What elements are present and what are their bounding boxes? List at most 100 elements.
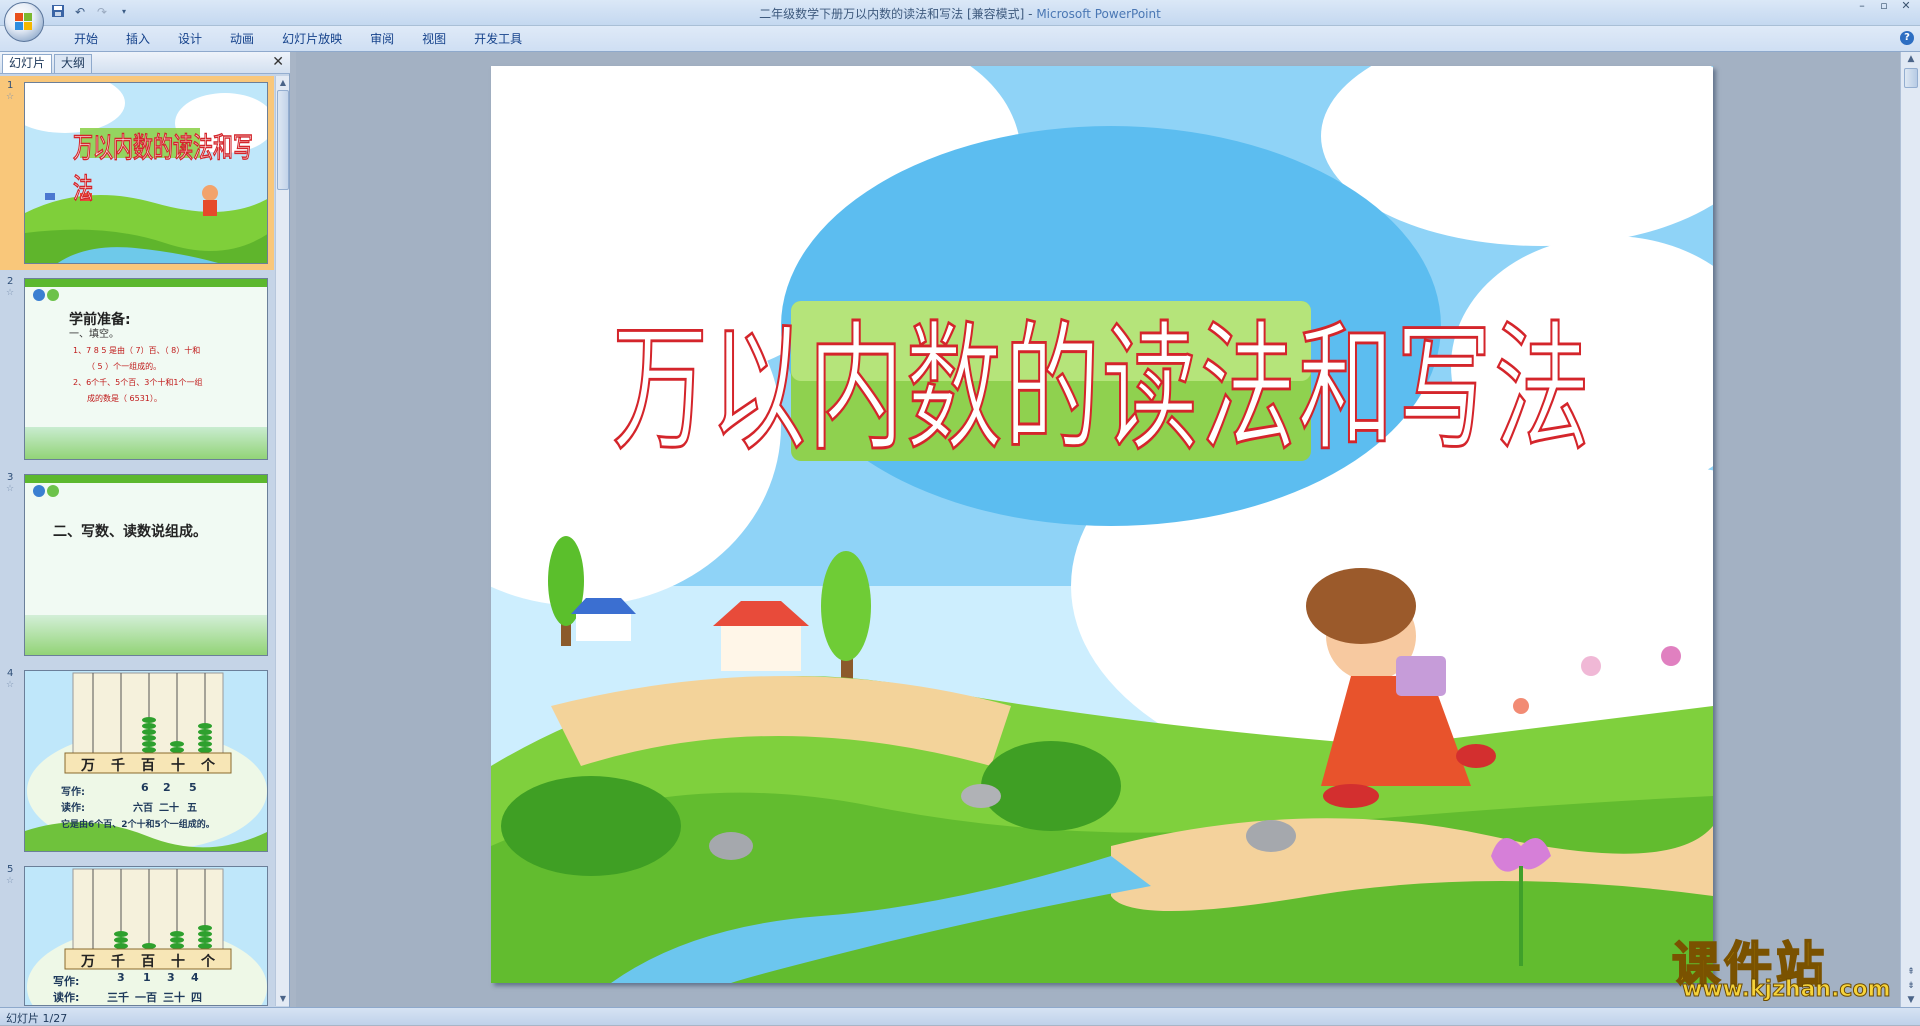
scroll-up-icon[interactable]: ▲ (1904, 54, 1918, 64)
previous-slide-icon[interactable]: ⇞ (1904, 967, 1918, 977)
slide-thumbnail-row[interactable]: 1 ☆ 万以内数的读法和写法 (0, 76, 274, 270)
minimize-button[interactable]: – (1852, 0, 1872, 14)
slide-counter: 幻灯片 1/27 (6, 1012, 68, 1025)
slide-5-thumbnail[interactable]: 万 千 百 十 个 写作: 3 1 3 4 读作: 三千 一百 三十 四 (24, 866, 268, 1006)
close-button[interactable]: ✕ (1896, 0, 1916, 14)
watermark-logo: 课件站 www.kjzhan.com (1671, 925, 1892, 1003)
slide-green-bar (25, 475, 267, 483)
place-label: 十 (171, 758, 185, 774)
write-digit: 3 (167, 971, 175, 984)
read-label: 读作: (53, 991, 80, 1004)
slide-editing-area: 万以内数的读法和写法 (296, 52, 1900, 1007)
scrollbar-thumb[interactable] (277, 90, 289, 190)
write-digit: 6 (141, 781, 149, 794)
place-label: 个 (201, 954, 215, 970)
animation-star-icon: ☆ (6, 92, 15, 102)
slide-2-line2: 2、6个千、5个百、3个十和1个一组 (73, 378, 203, 387)
watermark-url: www.kjzhan.com (1682, 977, 1892, 1003)
place-label: 千 (111, 954, 125, 970)
scroll-down-icon[interactable]: ▼ (276, 992, 290, 1006)
scroll-down-icon[interactable]: ▼ (1904, 995, 1918, 1005)
slide-3-thumbnail[interactable]: 二、写数、读数说组成。 (24, 474, 268, 656)
slide-number: 4 (7, 668, 14, 679)
slide-thumbnail-row[interactable]: 3 ☆ 二、写数、读数说组成。 (0, 468, 274, 662)
write-label: 写作: (61, 787, 85, 798)
tab-animations[interactable]: 动画 (216, 31, 268, 47)
tab-slide-show[interactable]: 幻灯片放映 (268, 31, 356, 47)
read-word: 二十 (159, 803, 179, 814)
composition-text: 它是由6个百、2个十和5个一组成的。 (61, 820, 215, 830)
window-controls: – ▫ ✕ (1852, 0, 1916, 14)
read-word: 一百 (135, 991, 157, 1004)
animation-star-icon: ☆ (6, 876, 15, 886)
animation-star-icon: ☆ (6, 484, 15, 494)
tab-slides[interactable]: 幻灯片 (2, 54, 53, 73)
write-label: 写作: (53, 975, 80, 988)
slide-1-thumb-title: 万以内数的读法和写法 (73, 130, 254, 206)
slide-3-heading: 二、写数、读数说组成。 (53, 524, 207, 540)
write-digit: 2 (163, 781, 171, 794)
slide-2-ground (25, 427, 267, 459)
tab-developer[interactable]: 开发工具 (460, 31, 536, 47)
write-digit: 1 (143, 971, 151, 984)
slide-2-thumbnail[interactable]: 学前准备: 一、填空。 1、7 8 5 是由（ 7）百、（ 8）十和 （ 5 ）… (24, 278, 268, 460)
slide-badge-icon (33, 485, 45, 497)
slide-badge-icon (33, 289, 45, 301)
tab-design[interactable]: 设计 (164, 31, 216, 47)
scroll-up-icon[interactable]: ▲ (276, 76, 290, 90)
help-icon[interactable]: ? (1900, 31, 1914, 45)
place-value-labels: 万 千 百 十 个 (73, 951, 223, 971)
slide-thumbnail-row[interactable]: 5 ☆ 万 千 百 十 个 写作: 3 1 3 4 读作: 三千 一百 三十 四 (0, 860, 274, 1006)
tab-home[interactable]: 开始 (60, 31, 112, 47)
write-digit: 5 (189, 781, 197, 794)
slide-4-thumbnail[interactable]: 万 千 百 十 个 写作: 6 2 5 读作: 六百 二十 五 它是由6个百、2… (24, 670, 268, 852)
title-separator: - (1024, 7, 1037, 21)
slide-number: 5 (7, 864, 14, 875)
slide-green-bar (25, 279, 267, 287)
slide-background-illustration (491, 66, 1713, 983)
close-panel-icon[interactable]: ✕ (272, 55, 284, 69)
slide-thumbnail-row[interactable]: 2 ☆ 学前准备: 一、填空。 1、7 8 5 是由（ 7）百、（ 8）十和 （… (0, 272, 274, 466)
read-word: 四 (191, 991, 202, 1004)
slide-vertical-scrollbar[interactable]: ▲ ⇞ ⇟ ▼ (1900, 52, 1920, 1007)
tab-outline[interactable]: 大纲 (54, 54, 93, 73)
tab-view[interactable]: 视图 (408, 31, 460, 47)
office-button[interactable] (4, 2, 44, 42)
next-slide-icon[interactable]: ⇟ (1904, 981, 1918, 991)
animation-star-icon: ☆ (6, 680, 15, 690)
slide-title[interactable]: 万以内数的读法和写法 (491, 276, 1713, 478)
slides-panel: 幻灯片 大纲 ✕ 1 ☆ 万以内数的读法和写法 2 ☆ 学前准备: 一、填空。 … (0, 52, 290, 1007)
panel-tabs: 幻灯片 大纲 ✕ (0, 52, 290, 74)
place-label: 十 (171, 954, 185, 970)
read-word: 三十 (163, 991, 185, 1004)
status-bar: 幻灯片 1/27 (0, 1007, 1920, 1025)
scrollbar-thumb[interactable] (1904, 68, 1918, 88)
app-name: Microsoft PowerPoint (1036, 7, 1161, 21)
tab-insert[interactable]: 插入 (112, 31, 164, 47)
office-logo-icon (15, 13, 33, 31)
tab-review[interactable]: 审阅 (356, 31, 408, 47)
current-slide[interactable]: 万以内数的读法和写法 (491, 66, 1713, 983)
slide-1-thumbnail[interactable]: 万以内数的读法和写法 (24, 82, 268, 264)
place-label: 千 (111, 758, 125, 774)
place-label: 个 (201, 758, 215, 774)
slide-badge-icon (47, 289, 59, 301)
ribbon: 开始 插入 设计 动画 幻灯片放映 审阅 视图 开发工具 ? (0, 26, 1920, 52)
window-title: 二年级数学下册万以内数的读法和写法 [兼容模式] - Microsoft Pow… (0, 5, 1920, 22)
slide-number: 3 (7, 472, 14, 483)
read-label: 读作: (61, 803, 85, 814)
place-label: 万 (81, 954, 95, 970)
slide-number: 1 (7, 80, 14, 91)
read-word: 六百 (133, 803, 153, 814)
maximize-button[interactable]: ▫ (1874, 0, 1894, 14)
place-label: 万 (81, 758, 95, 774)
ribbon-tabs: 开始 插入 设计 动画 幻灯片放映 审阅 视图 开发工具 (60, 31, 536, 47)
write-digit: 4 (191, 971, 199, 984)
slide-thumbnails: 1 ☆ 万以内数的读法和写法 2 ☆ 学前准备: 一、填空。 1、7 8 5 是… (0, 76, 274, 1006)
slide-2-sub: 一、填空。 (69, 329, 119, 340)
thumbnail-scrollbar[interactable]: ▲ ▼ (275, 76, 289, 1006)
slide-thumbnail-row[interactable]: 4 ☆ 万 千 百 十 个 写作: 6 2 5 读作: 六百 二十 五 它是由6… (0, 664, 274, 858)
slide-badge-icon (47, 485, 59, 497)
slide-2-line1: 1、7 8 5 是由（ 7）百、（ 8）十和 (73, 346, 201, 355)
write-digit: 3 (117, 971, 125, 984)
